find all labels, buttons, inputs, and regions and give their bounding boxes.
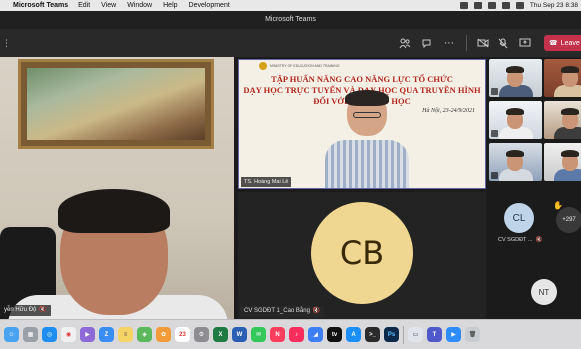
phone-hangup-icon: ☎: [549, 40, 558, 47]
control-center-icon[interactable]: [515, 2, 524, 9]
menu-item-edit[interactable]: Edit: [78, 2, 90, 9]
more-options-icon[interactable]: ⋯: [442, 36, 456, 50]
mic-off-icon: [491, 172, 498, 179]
wall-painting: [18, 59, 214, 149]
calendar-icon[interactable]: 23: [175, 327, 190, 342]
app-store-icon[interactable]: A: [346, 327, 361, 342]
mic-off-icon: 🔇: [535, 237, 543, 243]
teams-icon[interactable]: T: [427, 327, 442, 342]
excel-icon[interactable]: X: [213, 327, 228, 342]
person-hair: [58, 189, 170, 233]
presenter-video: [325, 90, 409, 188]
status-app-icon[interactable]: [473, 2, 482, 9]
mic-off-icon: [491, 130, 498, 137]
more-participants-button[interactable]: +297: [556, 207, 581, 233]
mic-off-icon: [491, 88, 498, 95]
avatar: CB: [311, 202, 413, 304]
participant-video-main[interactable]: yễn Hữu Độ 🔇: [0, 57, 234, 319]
terminal-icon[interactable]: >_: [365, 327, 380, 342]
news-icon[interactable]: N: [270, 327, 285, 342]
participant-tile-avatar[interactable]: CB CV SGDĐT 1_Cao Bằng 🔇: [238, 192, 486, 319]
photos-icon[interactable]: ✿: [156, 327, 171, 342]
participant-thumbnail[interactable]: [544, 143, 581, 181]
music-icon[interactable]: ♪: [289, 327, 304, 342]
participant-name: CV SGDĐT 1_Cao Bằng: [244, 308, 310, 314]
mic-off-icon: 🔇: [39, 307, 47, 313]
menu-app-name[interactable]: Microsoft Teams: [13, 2, 68, 9]
photoshop-icon[interactable]: Ps: [384, 327, 399, 342]
dock-divider: [403, 325, 404, 344]
dock: ☺ ▦ ◎ ◉ ▶ Z ≡ ◈ ✿ 23 ⚙ X W ✉ N ♪ ◢ tv A …: [0, 319, 581, 349]
participant-thumbnail[interactable]: [489, 59, 542, 97]
menu-item-window[interactable]: Window: [127, 2, 152, 9]
facetime-icon[interactable]: ▶: [80, 327, 95, 342]
safari-icon[interactable]: ◎: [42, 327, 57, 342]
participant-name-tag: CV SGDĐT ... 🔇: [498, 237, 542, 243]
people-icon[interactable]: [398, 36, 412, 50]
keynote-icon[interactable]: ◢: [308, 327, 323, 342]
window-title: Microsoft Teams: [0, 11, 581, 29]
preview-icon[interactable]: ▭: [408, 327, 423, 342]
participant-name-tag: yễn Hữu Độ 🔇: [0, 305, 51, 316]
avatar[interactable]: CL: [504, 203, 534, 233]
slide-title-line: TẬP HUẤN NÂNG CAO NĂNG LỰC TỔ CHỨC: [271, 74, 453, 84]
menu-clock[interactable]: Thu Sep 23 8:38: [530, 2, 578, 9]
participant-thumbnail[interactable]: [544, 101, 581, 139]
presenter-name-tag: TS. Hoàng Mai Lê: [241, 177, 292, 187]
maps-icon[interactable]: ◈: [137, 327, 152, 342]
launchpad-icon[interactable]: ▦: [23, 327, 38, 342]
shared-screen[interactable]: MINISTRY OF EDUCATION AND TRAINING TẬP H…: [238, 59, 486, 189]
menu-item-development[interactable]: Development: [189, 2, 230, 9]
menu-item-help[interactable]: Help: [163, 2, 177, 9]
participant-name: CV SGDĐT ...: [498, 237, 533, 243]
status-app-icon[interactable]: [487, 2, 496, 9]
participant-name: yễn Hữu Độ: [4, 307, 37, 313]
wifi-icon[interactable]: [501, 2, 510, 9]
tv-icon[interactable]: tv: [327, 327, 342, 342]
slide-date: Hà Nội, 23-24/9/2021: [422, 108, 475, 114]
zalo-icon[interactable]: Z: [99, 327, 114, 342]
word-icon[interactable]: W: [232, 327, 247, 342]
mic-off-icon: 🔇: [312, 308, 321, 314]
participant-thumbnail[interactable]: [489, 101, 542, 139]
mic-off-icon[interactable]: [496, 36, 510, 50]
meeting-toolbar: ⋮ ⋯ ☎ Leave: [0, 29, 581, 57]
menu-item-view[interactable]: View: [101, 2, 116, 9]
notes-icon[interactable]: ≡: [118, 327, 133, 342]
status-app-icon[interactable]: [459, 2, 468, 9]
avatar[interactable]: NT: [531, 279, 557, 305]
share-screen-icon[interactable]: [518, 36, 532, 50]
leave-label: Leave: [560, 39, 580, 47]
participant-thumbnail[interactable]: [544, 59, 581, 97]
chrome-icon[interactable]: ◉: [61, 327, 76, 342]
slide-ministry: MINISTRY OF EDUCATION AND TRAINING: [270, 64, 340, 68]
chat-icon[interactable]: [420, 36, 434, 50]
zoom-icon[interactable]: ▶: [446, 327, 461, 342]
toolbar-divider: [466, 35, 467, 51]
leave-button[interactable]: ☎ Leave: [544, 35, 581, 51]
status-area: Thu Sep 23 8:38: [459, 0, 578, 11]
sidebar-toggle-icon[interactable]: ⋮: [2, 38, 11, 49]
camera-off-icon[interactable]: [476, 36, 490, 50]
finder-icon[interactable]: ☺: [4, 327, 19, 342]
participant-thumbnail[interactable]: [489, 143, 542, 181]
messages-icon[interactable]: ✉: [251, 327, 266, 342]
slide-header: MINISTRY OF EDUCATION AND TRAINING: [239, 60, 485, 72]
trash-icon[interactable]: 🗑: [465, 327, 480, 342]
participant-name-tag: CV SGDĐT 1_Cao Bằng 🔇: [240, 306, 325, 317]
meeting-stage: yễn Hữu Độ 🔇 MINISTRY OF EDUCATION AND T…: [0, 57, 581, 319]
settings-icon[interactable]: ⚙: [194, 327, 209, 342]
ministry-logo-icon: [259, 62, 267, 70]
menu-bar: Microsoft Teams Edit View Window Help De…: [0, 0, 581, 11]
